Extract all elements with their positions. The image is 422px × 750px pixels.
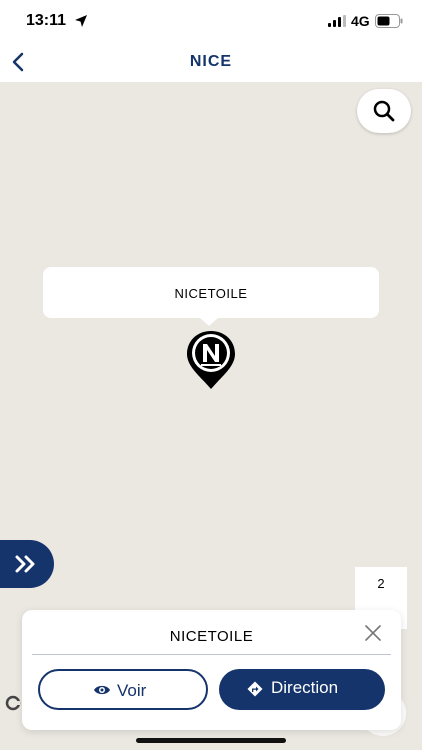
callout-label: NICETOILE (174, 286, 248, 301)
close-icon[interactable] (362, 622, 384, 644)
status-bar: 13:11 4G (0, 0, 422, 42)
direction-label: Direction (271, 678, 339, 697)
search-icon (373, 100, 395, 122)
map-attribution-icon[interactable] (5, 695, 21, 711)
eye-icon (94, 685, 110, 695)
page-title: NICE (189, 53, 233, 70)
status-time: 13:11 (26, 12, 67, 29)
direction-button[interactable]: Direction (219, 669, 385, 710)
signal-icon (328, 15, 346, 27)
search-button[interactable] (357, 89, 411, 133)
location-arrow-icon (75, 15, 87, 27)
card-divider (32, 654, 391, 655)
battery-icon (375, 14, 403, 28)
network-type: 4G (351, 13, 370, 29)
nav-bar: NICE (0, 42, 422, 82)
directions-icon (247, 681, 263, 697)
card-title: NICETOILE (169, 628, 254, 645)
expand-button[interactable] (0, 540, 54, 588)
callout-pointer (199, 317, 219, 326)
double-chevron-right-icon (15, 555, 35, 573)
voir-label: Voir (117, 681, 147, 700)
voir-button[interactable]: Voir (38, 669, 208, 710)
store-info-card: NICETOILE Voir Direction (22, 610, 401, 730)
floor-number: 2 (377, 576, 385, 591)
map-callout[interactable]: NICETOILE (43, 267, 379, 318)
store-pin-icon[interactable] (184, 329, 238, 391)
home-indicator (136, 738, 286, 743)
